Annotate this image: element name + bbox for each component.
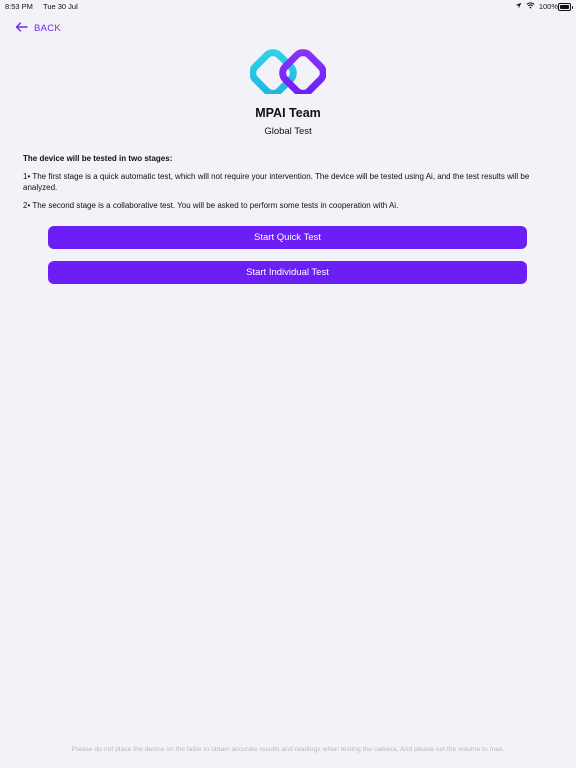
start-quick-test-button[interactable]: Start Quick Test	[48, 226, 527, 249]
page-subtitle: Global Test	[264, 126, 312, 137]
status-right: 100%	[515, 2, 558, 11]
status-left: 8:53 PM Tue 30 Jul	[5, 2, 78, 11]
battery-percent: 100%	[538, 2, 558, 11]
team-name: MPAI Team	[255, 106, 321, 120]
back-label: BACK	[34, 23, 62, 34]
start-individual-test-button[interactable]: Start Individual Test	[48, 261, 527, 284]
footer-note: Please do not place the device on the ta…	[71, 746, 505, 753]
wifi-icon	[526, 2, 535, 11]
status-bar: 8:53 PM Tue 30 Jul 100%	[0, 0, 576, 14]
status-time: 8:53 PM	[5, 2, 33, 11]
arrow-left-icon	[15, 22, 28, 35]
stage-one-text: 1• The first stage is a quick automatic …	[23, 171, 530, 193]
status-date: Tue 30 Jul	[43, 2, 78, 11]
battery-fill	[560, 5, 569, 9]
test-instructions: The device will be tested in two stages:…	[23, 153, 553, 217]
mpai-logo-icon	[249, 48, 327, 97]
stage-two-text: 2• The second stage is a collaborative t…	[23, 200, 399, 210]
battery-icon	[558, 3, 573, 11]
back-button[interactable]: BACK	[15, 22, 61, 35]
location-icon	[515, 2, 522, 11]
instructions-heading: The device will be tested in two stages:	[23, 154, 173, 163]
